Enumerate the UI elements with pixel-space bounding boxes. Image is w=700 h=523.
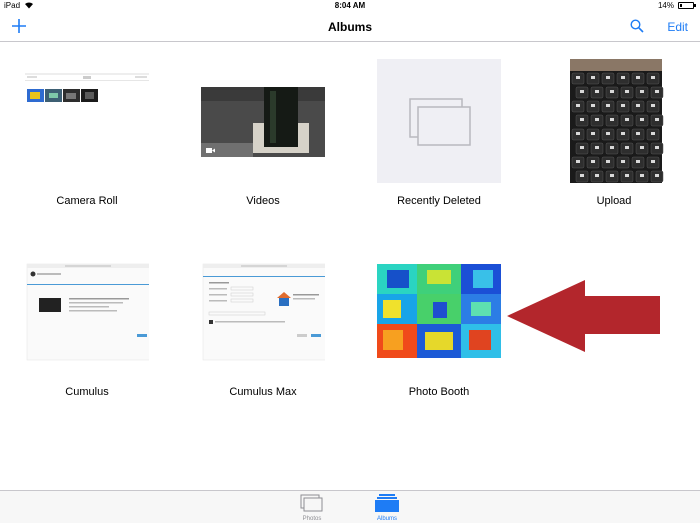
battery-icon: [678, 2, 696, 9]
red-arrow-annotation: [507, 280, 660, 352]
album-cumulus[interactable]: Cumulus: [22, 250, 152, 398]
tab-label: Photos: [302, 516, 322, 522]
album-label: Videos: [246, 195, 280, 207]
status-time: 8:04 AM: [334, 1, 366, 10]
tab-photos[interactable]: Photos: [287, 494, 337, 522]
search-button[interactable]: [630, 19, 646, 35]
album-thumbnail: [25, 250, 149, 374]
album-thumbnail: [201, 59, 325, 183]
search-icon: [630, 19, 644, 33]
album-label: Cumulus Max: [229, 386, 297, 398]
album-thumbnail: [201, 250, 325, 374]
edit-button[interactable]: Edit: [667, 20, 688, 34]
plus-icon: [12, 19, 26, 33]
album-photo-booth[interactable]: Photo Booth: [374, 250, 504, 398]
photos-icon: [300, 494, 323, 512]
album-thumbnail: [377, 250, 501, 374]
album-label: Upload: [596, 195, 632, 207]
tab-albums[interactable]: Albums: [362, 494, 412, 522]
albums-icon: [375, 494, 399, 512]
album-thumbnail: [552, 59, 676, 183]
album-camera-roll[interactable]: Camera Roll: [22, 59, 152, 207]
status-bar: iPad 8:04 AM 14%: [0, 0, 700, 12]
album-videos[interactable]: Videos: [198, 59, 328, 207]
album-upload[interactable]: Upload: [549, 59, 679, 207]
album-cumulus-max[interactable]: Cumulus Max: [198, 250, 328, 398]
add-album-button[interactable]: [8, 14, 30, 38]
album-label: Photo Booth: [408, 386, 470, 398]
nav-bar: Albums Edit: [0, 12, 700, 42]
stacked-photos-icon: [377, 59, 501, 183]
album-label: Cumulus: [65, 386, 109, 398]
page-title: Albums: [327, 20, 372, 34]
album-recently-deleted[interactable]: Recently Deleted: [374, 59, 504, 207]
tab-label: Albums: [376, 516, 397, 522]
album-thumbnail: [25, 59, 149, 183]
tab-bar: Photos Albums: [0, 490, 700, 523]
battery-percent: 14%: [657, 1, 674, 10]
album-label: Recently Deleted: [397, 195, 481, 207]
album-label: Camera Roll: [56, 195, 118, 207]
album-thumbnail: [377, 59, 501, 183]
